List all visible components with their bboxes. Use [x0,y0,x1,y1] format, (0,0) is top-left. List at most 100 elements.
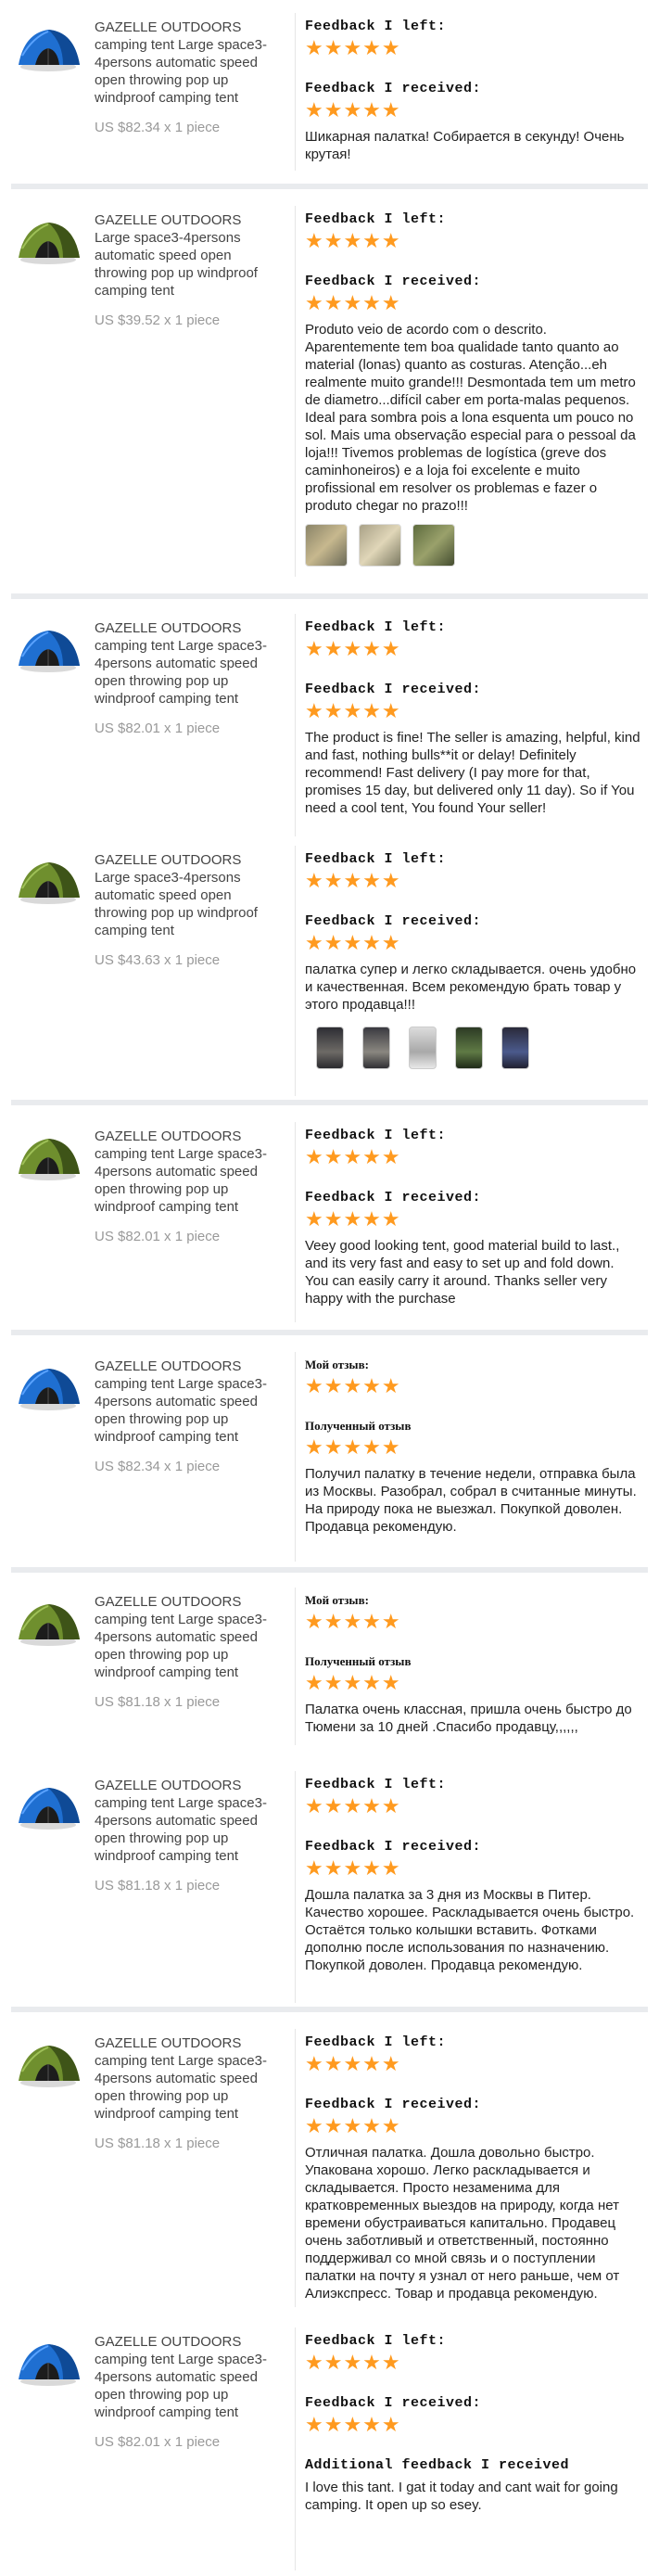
product-brand[interactable]: GAZELLE OUTDOORS [95,1593,271,1611]
column-divider [295,614,296,836]
product-name[interactable]: Large space3-4persons automatic speed op… [95,229,271,300]
review-photo[interactable] [362,1027,390,1069]
review-photo[interactable] [501,1027,529,1069]
product-name[interactable]: camping tent Large space3-4persons autom… [95,2052,271,2123]
product-name[interactable]: Large space3-4persons automatic speed op… [95,869,271,939]
tent-icon [19,1369,80,1410]
review-card: GAZELLE OUTDOORS camping tent Large spac… [11,614,648,836]
card-divider [11,184,648,189]
review-card: GAZELLE OUTDOORS camping tent Large spac… [11,13,648,178]
tent-thumbnail[interactable] [11,19,85,76]
feedback-received-label: Feedback I received: [305,682,482,697]
star-rating: ★★★★★ [305,2414,401,2437]
column-divider [295,13,296,171]
star-rating: ★★★★★ [305,700,401,723]
product-brand[interactable]: GAZELLE OUTDOORS [95,211,271,229]
card-divider [11,1330,648,1335]
tent-icon [19,1139,80,1180]
product-name[interactable]: camping tent Large space3-4persons autom… [95,1375,271,1446]
feedback-text: палатка супер и легко складывается. очен… [305,962,637,1013]
card-divider [11,2007,648,2012]
column-divider [295,1588,296,1745]
column-divider [295,1352,296,1562]
tent-thumbnail[interactable] [11,1593,85,1651]
product-price: US $81.18 x 1 piece [95,1694,221,1710]
review-photo[interactable] [455,1027,483,1069]
product-brand[interactable]: GAZELLE OUTDOORS [95,2034,271,2052]
tent-icon [19,1604,80,1646]
star-rating: ★★★★★ [305,1146,401,1169]
tent-thumbnail[interactable] [11,1358,85,1415]
review-card: GAZELLE OUTDOORS camping tent Large spac… [11,2327,648,2570]
product-name[interactable]: camping tent Large space3-4persons autom… [95,36,271,107]
tent-icon [19,2046,80,2087]
tent-icon [19,631,80,672]
feedback-text: Шикарная палатка! Собирается в секунду! … [305,129,625,162]
product-brand[interactable]: GAZELLE OUTDOORS [95,619,271,637]
star-rating: ★★★★★ [305,638,401,661]
feedback-text: Veey good looking tent, good material bu… [305,1238,620,1307]
tent-thumbnail[interactable] [11,1128,85,1185]
product-brand[interactable]: GAZELLE OUTDOORS [95,2333,271,2351]
product-name[interactable]: camping tent Large space3-4persons autom… [95,637,271,708]
star-rating: ★★★★★ [305,37,401,60]
feedback-text: Отличная палатка. Дошла довольно быстро.… [305,2145,620,2302]
tent-thumbnail[interactable] [11,2034,85,2092]
card-divider [11,593,648,599]
feedback-text: Палатка очень классная, пришла очень быс… [305,1702,632,1735]
review-photo[interactable] [412,524,455,567]
product-brand[interactable]: GAZELLE OUTDOORS [95,19,271,36]
feedback-received-label: Feedback I received: [305,913,482,929]
star-rating: ★★★★★ [305,1436,401,1460]
tent-thumbnail[interactable] [11,2333,85,2391]
review-photo[interactable] [359,524,401,567]
card-divider [11,1567,648,1573]
product-price: US $39.52 x 1 piece [95,312,221,328]
tent-thumbnail[interactable] [11,851,85,909]
feedback-left-label: Feedback I left: [305,851,447,867]
product-brand[interactable]: GAZELLE OUTDOORS [95,1358,271,1375]
review-photo[interactable] [305,524,348,567]
tent-icon [19,2344,80,2386]
additional-feedback-label: Additional feedback I received [305,2457,570,2473]
review-photo[interactable] [316,1027,344,1069]
tent-thumbnail[interactable] [11,619,85,677]
product-name[interactable]: camping tent Large space3-4persons autom… [95,1794,271,1865]
star-rating: ★★★★★ [305,932,401,955]
product-price: US $82.01 x 1 piece [95,721,221,736]
product-price: US $43.63 x 1 piece [95,952,221,968]
feedback-left-label: Feedback I left: [305,1128,447,1143]
tent-icon [19,223,80,264]
review-photo[interactable] [409,1027,437,1069]
feedback-text: Produto veio de acordo com o descrito. A… [305,322,636,514]
feedback-text: I love this tant. I gat it today and can… [305,2480,618,2513]
product-name[interactable]: camping tent Large space3-4persons autom… [95,1145,271,1216]
feedback-received-label: Feedback I received: [305,1839,482,1855]
product-name[interactable]: camping tent Large space3-4persons autom… [95,1611,271,1681]
tent-thumbnail[interactable] [11,1777,85,1834]
feedback-left-label: Feedback I left: [305,2333,447,2349]
star-rating: ★★★★★ [305,99,401,122]
product-name[interactable]: camping tent Large space3-4persons autom… [95,2351,271,2421]
product-brand[interactable]: GAZELLE OUTDOORS [95,1777,271,1794]
star-rating: ★★★★★ [305,870,401,893]
feedback-received-label: Feedback I received: [305,1190,482,1205]
feedback-text: Получил палатку в течение недели, отправ… [305,1466,637,1535]
star-rating: ★★★★★ [305,2352,401,2375]
star-rating: ★★★★★ [305,1611,401,1634]
column-divider [295,2029,296,2307]
tent-thumbnail[interactable] [11,211,85,269]
product-brand[interactable]: GAZELLE OUTDOORS [95,851,271,869]
star-rating: ★★★★★ [305,1795,401,1818]
feedback-left-label: Feedback I left: [305,1777,447,1792]
product-brand[interactable]: GAZELLE OUTDOORS [95,1128,271,1145]
star-rating: ★★★★★ [305,2053,401,2076]
feedback-received-label: Feedback I received: [305,2395,482,2411]
review-card: GAZELLE OUTDOORS Large space3-4persons a… [11,206,648,577]
feedback-text: The product is fine! The seller is amazi… [305,730,640,816]
star-rating: ★★★★★ [305,1375,401,1398]
star-rating: ★★★★★ [305,1672,401,1695]
review-card: GAZELLE OUTDOORS camping tent Large spac… [11,1352,648,1562]
feedback-text: Дошла палатка за 3 дня из Москвы в Питер… [305,1887,635,1973]
feedback-received-label: Feedback I received: [305,274,482,289]
